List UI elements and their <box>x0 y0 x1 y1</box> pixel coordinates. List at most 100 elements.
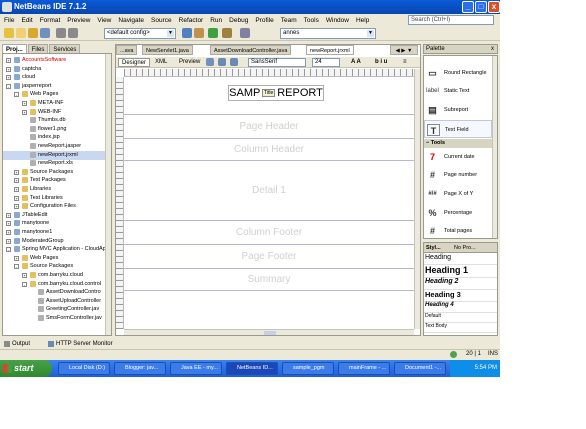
band-page-header[interactable]: Page Header <box>124 115 414 139</box>
tab-styles[interactable]: Styl... <box>426 243 441 253</box>
palette-item-page-number[interactable]: # Page number <box>424 166 492 184</box>
zoom-in-icon[interactable] <box>218 58 226 66</box>
undo-icon[interactable] <box>56 28 66 38</box>
align-icon[interactable]: ≡ <box>400 58 410 67</box>
expand-icon[interactable]: + <box>6 75 11 81</box>
expand-icon[interactable]: + <box>6 58 11 63</box>
tab-http-server-monitor[interactable]: HTTP Server Monitor <box>56 339 113 349</box>
expand-icon[interactable]: + <box>6 221 11 227</box>
collapse-icon[interactable]: - <box>14 92 19 98</box>
band-page-footer[interactable]: Page Footer <box>124 245 414 269</box>
tab-output[interactable]: Output <box>12 339 30 349</box>
taskbar-item-sample-pgm[interactable]: sample_pgm <box>282 362 334 375</box>
collapse-icon[interactable]: - <box>6 83 11 89</box>
tab-preview[interactable]: Preview <box>176 58 203 67</box>
palette-item-total-pages[interactable]: # Total pages <box>424 222 492 238</box>
redo-icon[interactable] <box>68 28 78 38</box>
maximize-button[interactable]: □ <box>475 1 487 13</box>
palette-item-round-rectangle[interactable]: ▭ Round Rectangle <box>424 64 492 82</box>
menu-team[interactable]: Team <box>281 17 297 24</box>
zoom-out-icon[interactable] <box>230 58 238 66</box>
report-icon[interactable] <box>206 58 214 66</box>
font-select[interactable]: SansSerif <box>248 58 306 67</box>
tab-xml[interactable]: XML <box>152 58 170 67</box>
menu-help[interactable]: Help <box>356 17 369 24</box>
palette-scrollbar[interactable] <box>492 56 497 238</box>
expand-icon[interactable]: + <box>22 109 27 115</box>
taskbar-item-local-disk[interactable]: Local Disk (D:) <box>58 362 110 375</box>
expand-icon[interactable]: + <box>6 230 11 235</box>
scroll-thumb[interactable] <box>264 331 276 335</box>
band-column-footer[interactable]: Column Footer <box>124 221 414 245</box>
menu-edit[interactable]: Edit <box>21 17 32 24</box>
editor-horizontal-scrollbar[interactable] <box>124 329 414 335</box>
taskbar-item-document1[interactable]: Document1 -... <box>394 362 446 375</box>
expand-icon[interactable]: + <box>22 273 27 278</box>
expand-icon[interactable]: + <box>14 178 19 184</box>
collapse-icon[interactable]: - <box>6 247 11 253</box>
minimize-button[interactable]: _ <box>462 1 474 13</box>
taskbar-item-blogger[interactable]: Blogger: jav... <box>114 362 166 375</box>
menu-preview[interactable]: Preview <box>67 17 90 24</box>
menu-view[interactable]: View <box>97 17 111 24</box>
collapse-icon[interactable]: - <box>22 281 27 287</box>
notification-icon[interactable] <box>450 351 457 358</box>
band-column-header[interactable]: Column Header <box>124 139 414 161</box>
expand-icon[interactable]: + <box>14 187 19 192</box>
menu-file[interactable]: File <box>4 17 14 24</box>
band-summary[interactable]: Summary <box>124 269 414 291</box>
style-heading[interactable]: Heading <box>424 254 497 265</box>
collapse-icon[interactable]: - <box>14 264 19 270</box>
style-heading-3[interactable]: Heading 3 <box>424 290 497 302</box>
expand-icon[interactable]: + <box>22 101 27 106</box>
editor-vertical-scrollbar[interactable] <box>414 69 420 329</box>
palette-item-percentage[interactable]: % Percentage <box>424 204 492 222</box>
taskbar-item-java-ee[interactable]: Java EE - my... <box>170 362 222 375</box>
start-button[interactable]: start <box>0 360 52 377</box>
tree-node[interactable]: SmsFormController.jav <box>3 314 105 323</box>
menu-run[interactable]: Run <box>210 17 222 24</box>
editor-nav-arrows[interactable]: ◀ ▶ ▼ <box>390 45 418 55</box>
run-icon[interactable] <box>208 28 218 38</box>
clean-build-icon[interactable] <box>194 28 204 38</box>
style-heading-4[interactable]: Heading 4 <box>424 302 497 313</box>
expand-icon[interactable]: + <box>14 204 19 210</box>
expand-icon[interactable]: + <box>6 238 11 244</box>
title-text-field[interactable]: SAMP Title REPORT <box>228 85 324 101</box>
tab-no-properties[interactable]: No Pro... <box>454 243 476 253</box>
style-text-body[interactable]: Text Body <box>424 323 497 333</box>
close-button[interactable]: x <box>488 1 500 13</box>
new-project-icon[interactable] <box>4 28 14 38</box>
menu-navigate[interactable]: Navigate <box>118 17 144 24</box>
save-all-icon[interactable] <box>40 28 50 38</box>
menu-tools[interactable]: Tools <box>304 17 319 24</box>
palette-item-subreport[interactable]: ▤ Subreport <box>424 101 492 119</box>
hammer-icon[interactable] <box>182 28 192 38</box>
editor-tab-2[interactable]: NewServlet1.java <box>142 45 193 55</box>
config-select[interactable]: <default config> ▼ <box>104 28 176 39</box>
expand-icon[interactable]: + <box>6 212 11 218</box>
bold-icon[interactable]: A A <box>348 58 364 67</box>
style-heading-2[interactable]: Heading 2 <box>424 278 497 290</box>
editor-tab-4[interactable]: newReport.jrxml <box>306 45 354 55</box>
menu-debug[interactable]: Debug <box>229 17 248 24</box>
menu-refactor[interactable]: Refactor <box>179 17 204 24</box>
palette-item-static-text[interactable]: label Static Text <box>424 82 492 100</box>
editor-tab-1[interactable]: ...ava <box>116 45 138 55</box>
tree-scrollbar[interactable] <box>105 54 111 335</box>
report-canvas[interactable]: SAMP Title REPORT Page Header Column Hea… <box>124 77 414 328</box>
debug-icon[interactable] <box>222 28 232 38</box>
secondary-select[interactable]: annes ▼ <box>280 28 376 39</box>
editor-tab-3[interactable]: AssetDownloadController.java <box>210 45 292 55</box>
expand-icon[interactable]: + <box>14 195 19 201</box>
profile-icon[interactable] <box>240 28 250 38</box>
palette-tools-header[interactable]: − Tools <box>424 139 494 148</box>
new-file-icon[interactable] <box>16 28 26 38</box>
font-style-icon[interactable]: b i u <box>372 58 390 67</box>
style-heading-1[interactable]: Heading 1 <box>424 265 497 278</box>
palette-item-text-field[interactable]: T Text Field <box>424 120 492 138</box>
palette-item-page-x-of-y[interactable]: #/# Page X of Y <box>424 185 492 203</box>
palette-item-current-date[interactable]: 7 Current date <box>424 148 492 166</box>
menu-source[interactable]: Source <box>151 17 172 24</box>
menu-format[interactable]: Format <box>40 17 61 24</box>
